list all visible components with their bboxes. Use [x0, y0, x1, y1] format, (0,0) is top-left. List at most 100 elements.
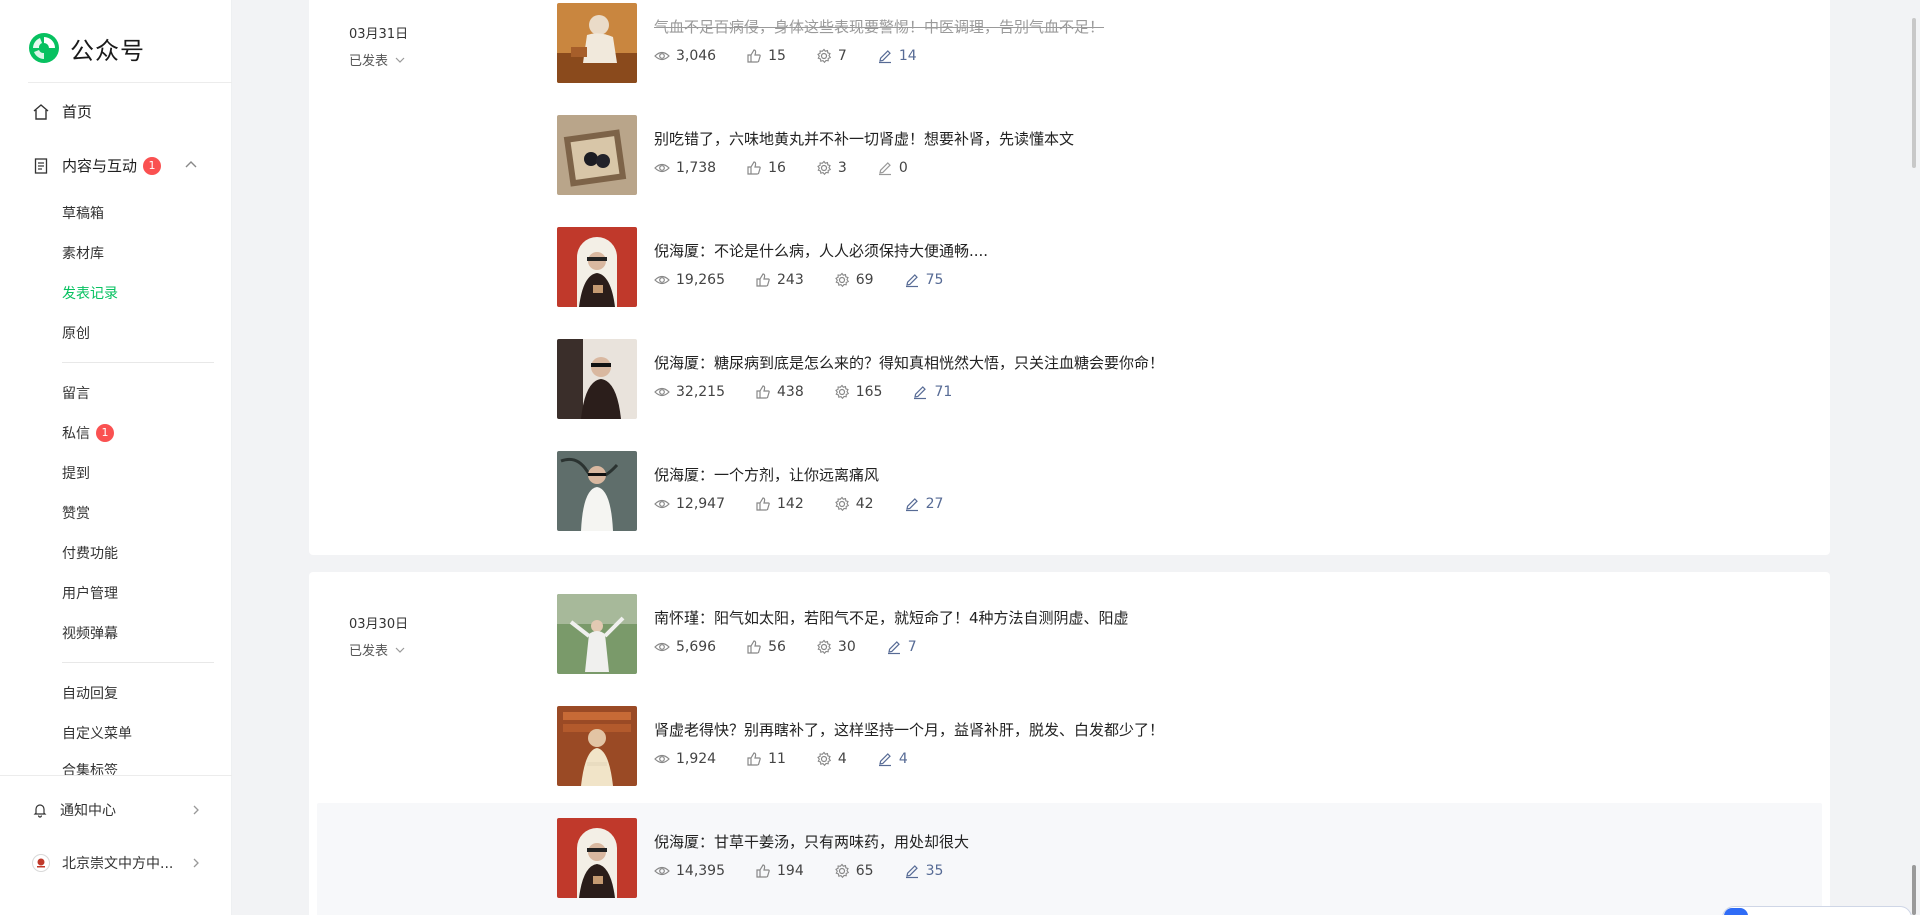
- floating-panel-tab[interactable]: [1722, 906, 1912, 915]
- like-icon: [756, 497, 770, 511]
- scrollbar-thumb[interactable]: [1912, 18, 1916, 168]
- nav-original[interactable]: 原创: [62, 323, 90, 343]
- likes-stat: 56: [746, 639, 786, 655]
- nav-publish-records[interactable]: 发表记录: [62, 283, 118, 303]
- article-thumbnail[interactable]: [557, 451, 637, 531]
- article-title[interactable]: 倪海厦：甘草干姜汤，只有两味药，用处却很大: [654, 831, 973, 852]
- article-title[interactable]: 气血不足百病侵，身体这些表现要警惕！中医调理，告别气血不足！: [654, 16, 1104, 37]
- article-info: 南怀瑾：阳气如太阳，若阳气不足，就短命了！4种方法自测阴虚、阳虚 5,696 56 3…: [654, 594, 1129, 674]
- likes-stat-value: 15: [768, 48, 786, 64]
- edits-stat[interactable]: 4: [877, 751, 908, 767]
- nav-drafts[interactable]: 草稿箱: [62, 203, 104, 223]
- nav-users[interactable]: 用户管理: [62, 583, 118, 603]
- edits-stat[interactable]: 0: [877, 160, 908, 176]
- brand[interactable]: 公众号: [28, 30, 145, 66]
- like-icon: [747, 49, 761, 63]
- account-switcher[interactable]: 北京崇文中方中...: [32, 853, 202, 873]
- article-row[interactable]: 倪海厦：糖尿病到底是怎么来的？得知真相恍然大悟，只关注血糖会要你命！ 32,215…: [557, 339, 1164, 419]
- shares-stat-value: 65: [855, 863, 874, 879]
- floating-indicator: [1724, 908, 1748, 915]
- nav-home[interactable]: 首页: [32, 101, 92, 122]
- edits-stat[interactable]: 7: [886, 639, 917, 655]
- article-thumbnail[interactable]: [557, 227, 637, 307]
- edits-stat[interactable]: 71: [912, 384, 952, 400]
- nav-materials[interactable]: 素材库: [62, 243, 104, 263]
- like-icon: [756, 385, 770, 399]
- likes-stat: 142: [755, 496, 804, 512]
- share-icon: [817, 639, 832, 655]
- nav-private-messages[interactable]: 私信 1: [62, 423, 114, 443]
- likes-stat-value: 142: [777, 496, 804, 512]
- article-info: 倪海厦：不论是什么病，人人必须保持大便通畅.... 19,265 243 69 75: [654, 227, 988, 307]
- edit-pen-icon: [878, 753, 891, 767]
- nav-custom-menu[interactable]: 自定义菜单: [62, 723, 132, 743]
- shares-stat: 30: [816, 639, 856, 655]
- nav-paid[interactable]: 付费功能: [62, 543, 118, 563]
- scrollbar-thumb-bottom[interactable]: [1912, 865, 1916, 915]
- article-title[interactable]: 别吃错了，六味地黄丸并不补一切肾虚！想要补肾，先读懂本文: [654, 128, 1074, 149]
- views-stat-value: 3,046: [676, 48, 717, 64]
- nav-notifications[interactable]: 通知中心: [32, 800, 202, 820]
- divider: [62, 362, 214, 363]
- article-thumbnail[interactable]: [557, 706, 637, 786]
- article-thumbnail[interactable]: [557, 3, 637, 83]
- views-stat-value: 5,696: [676, 639, 717, 655]
- nav-content[interactable]: 内容与互动 1: [32, 155, 162, 176]
- share-icon: [817, 751, 832, 767]
- edits-stat-value: 0: [898, 160, 908, 176]
- likes-stat-value: 438: [777, 384, 804, 400]
- article-thumbnail[interactable]: [557, 594, 637, 674]
- divider: [0, 775, 232, 776]
- status-dropdown[interactable]: 已发表: [349, 50, 408, 69]
- edits-stat-value: 75: [925, 272, 944, 288]
- group-date: 03月31日: [349, 27, 409, 42]
- edits-stat[interactable]: 35: [904, 863, 943, 879]
- article-stats: 1,738 16 3 0: [654, 160, 1074, 176]
- edits-stat[interactable]: 14: [877, 48, 917, 64]
- edits-stat-value: 7: [907, 639, 917, 655]
- account-avatar: [32, 854, 50, 872]
- edit-pen-icon: [905, 498, 918, 512]
- article-row[interactable]: 倪海厦：不论是什么病，人人必须保持大便通畅.... 19,265 243 69 75: [557, 227, 988, 307]
- views-icon: [654, 866, 670, 876]
- nav-auto-reply[interactable]: 自动回复: [62, 683, 118, 703]
- like-icon: [747, 161, 761, 175]
- article-row[interactable]: 倪海厦：甘草干姜汤，只有两味药，用处却很大 14,395 194 65 35: [557, 818, 973, 898]
- nav-danmaku[interactable]: 视频弹幕: [62, 623, 118, 643]
- article-row[interactable]: 别吃错了，六味地黄丸并不补一切肾虚！想要补肾，先读懂本文 1,738 16 3 0: [557, 115, 1074, 195]
- views-stat: 1,738: [654, 160, 716, 176]
- article-title[interactable]: 南怀瑾：阳气如太阳，若阳气不足，就短命了！4种方法自测阴虚、阳虚: [654, 607, 1129, 628]
- article-title[interactable]: 倪海厦：不论是什么病，人人必须保持大便通畅....: [654, 240, 988, 261]
- views-icon: [654, 754, 670, 764]
- likes-stat: 11: [746, 751, 786, 767]
- article-row[interactable]: 肾虚老得快？别再瞎补了，这样坚持一个月，益肾补肝，脱发、白发都少了！ 1,924 1…: [557, 706, 1164, 786]
- article-thumbnail[interactable]: [557, 115, 637, 195]
- edits-stat[interactable]: 75: [904, 272, 944, 288]
- chevron-down-icon: [395, 57, 405, 63]
- article-thumbnail[interactable]: [557, 339, 637, 419]
- nav-content-label: 内容与互动: [62, 157, 138, 175]
- article-row[interactable]: 倪海厦：一个方剂，让你远离痛风 12,947 142 42 27: [557, 451, 973, 531]
- edits-stat[interactable]: 27: [904, 496, 943, 512]
- shares-stat-value: 30: [837, 639, 856, 655]
- status-dropdown[interactable]: 已发表: [349, 640, 408, 659]
- views-icon: [654, 499, 670, 509]
- nav-mentions[interactable]: 提到: [62, 463, 90, 483]
- article-stats: 3,046 15 7 14: [654, 48, 1104, 64]
- article-row[interactable]: 南怀瑾：阳气如太阳，若阳气不足，就短命了！4种方法自测阴虚、阳虚 5,696 56 3…: [557, 594, 1129, 674]
- chevron-up-icon[interactable]: [184, 157, 198, 171]
- nav-comments[interactable]: 留言: [62, 383, 90, 403]
- chevron-right-icon: [193, 805, 199, 815]
- article-title[interactable]: 倪海厦：一个方剂，让你远离痛风: [654, 464, 973, 485]
- nav-appreciation[interactable]: 赞赏: [62, 503, 90, 523]
- views-stat: 14,395: [654, 863, 725, 879]
- article-title[interactable]: 肾虚老得快？别再瞎补了，这样坚持一个月，益肾补肝，脱发、白发都少了！: [654, 719, 1164, 740]
- edit-pen-icon: [905, 865, 918, 879]
- article-title[interactable]: 倪海厦：糖尿病到底是怎么来的？得知真相恍然大悟，只关注血糖会要你命！: [654, 352, 1164, 373]
- views-stat-value: 1,738: [676, 160, 717, 176]
- likes-stat: 243: [755, 272, 804, 288]
- shares-stat-value: 3: [837, 160, 847, 176]
- article-row[interactable]: 气血不足百病侵，身体这些表现要警惕！中医调理，告别气血不足！ 3,046 15 7 14: [557, 3, 1104, 83]
- article-thumbnail[interactable]: [557, 818, 637, 898]
- private-badge: 1: [96, 424, 114, 442]
